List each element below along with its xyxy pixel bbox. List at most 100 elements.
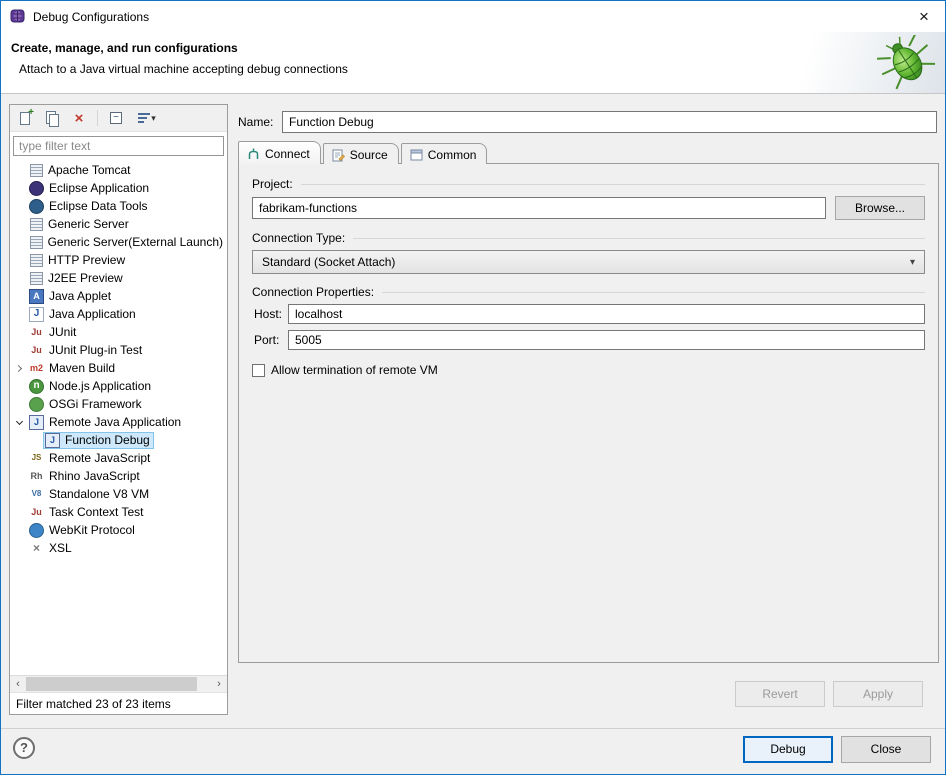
tree-item[interactable]: WebKit Protocol	[10, 521, 227, 539]
project-input[interactable]	[252, 197, 826, 219]
node-icon: n	[29, 379, 44, 394]
tree-item[interactable]: Ju Task Context Test	[10, 503, 227, 521]
title-bar: Debug Configurations ×	[1, 1, 945, 32]
applet-icon: A	[29, 289, 44, 304]
tree-item-box: J2EE Preview	[27, 270, 127, 287]
tree-item-label: Remote Java Application	[49, 415, 181, 429]
filter-input[interactable]	[13, 136, 224, 156]
tab-connect-label: Connect	[265, 147, 310, 161]
duplicate-configuration-button[interactable]	[43, 109, 61, 127]
tree-item-label: Function Debug	[65, 433, 150, 447]
expand-chevron-icon[interactable]	[15, 364, 22, 371]
dialog-header: Create, manage, and run configurations A…	[1, 32, 945, 94]
tree-item-box: A Java Applet	[27, 288, 115, 305]
tree-item[interactable]: ×XSL	[10, 539, 227, 557]
tree-item[interactable]: Generic Server	[10, 215, 227, 233]
collapse-chevron-icon[interactable]	[16, 417, 23, 424]
tree-item-box: JuJUnit	[27, 324, 80, 341]
remote-java-icon: J	[45, 433, 60, 448]
tree-item[interactable]: JSRemote JavaScript	[10, 449, 227, 467]
horizontal-scrollbar[interactable]: ‹ ›	[10, 675, 227, 692]
tab-common[interactable]: Common	[401, 143, 488, 164]
debug-button[interactable]: Debug	[743, 736, 833, 763]
configurations-panel: + × − ▾ Apache TomcatEclipse Application…	[9, 104, 228, 715]
tree-item[interactable]: V8Standalone V8 VM	[10, 485, 227, 503]
port-row: Port:	[252, 330, 925, 350]
scrollbar-track[interactable]	[26, 676, 211, 692]
tree-item-label: Java Applet	[49, 289, 111, 303]
tree-item[interactable]: J2EE Preview	[10, 269, 227, 287]
tree-item-box: J Java Application	[27, 306, 140, 323]
host-input[interactable]	[288, 304, 925, 324]
chevron-down-icon: ▾	[910, 257, 915, 268]
tree-item-label: JUnit	[49, 325, 76, 339]
configurations-toolbar: + × − ▾	[10, 105, 227, 132]
scroll-left-icon[interactable]: ‹	[10, 677, 26, 692]
tree-item-box: J Remote Java Application	[27, 414, 185, 431]
allow-termination-row: Allow termination of remote VM	[252, 363, 925, 377]
tree-item-label: Maven Build	[49, 361, 115, 375]
tree-item[interactable]: HTTP Preview	[10, 251, 227, 269]
help-button[interactable]: ?	[13, 737, 35, 759]
tree-item[interactable]: Eclipse Data Tools	[10, 197, 227, 215]
tree-item[interactable]: OSGi Framework	[10, 395, 227, 413]
name-row: Name:	[238, 111, 937, 133]
tree-item-box: Eclipse Application	[27, 180, 153, 197]
expander-cell[interactable]	[12, 421, 27, 424]
tree-item[interactable]: J Remote Java Application	[10, 413, 227, 431]
allow-termination-checkbox[interactable]	[252, 364, 265, 377]
common-tab-icon	[410, 149, 423, 161]
remote-js-icon: JS	[29, 451, 44, 466]
filter-row	[10, 132, 227, 159]
project-row: Browse...	[252, 196, 925, 220]
tree-item[interactable]: RhRhino JavaScript	[10, 467, 227, 485]
maven-icon: m2	[29, 361, 44, 376]
apply-button[interactable]: Apply	[833, 681, 923, 707]
revert-apply-row: Revert Apply	[735, 681, 923, 707]
revert-button[interactable]: Revert	[735, 681, 825, 707]
task-junit-icon: Ju	[29, 505, 44, 520]
tree-item[interactable]: Apache Tomcat	[10, 161, 227, 179]
new-configuration-button[interactable]: +	[16, 109, 34, 127]
tree-item-box: RhRhino JavaScript	[27, 468, 144, 485]
connection-type-select[interactable]: Standard (Socket Attach) ▾	[252, 250, 925, 274]
filter-menu-button[interactable]: ▾	[134, 109, 160, 127]
osgi-icon	[29, 397, 44, 412]
tree-item[interactable]: A Java Applet	[10, 287, 227, 305]
tree-item[interactable]: J Function Debug	[10, 431, 227, 449]
tree-item[interactable]: Eclipse Application	[10, 179, 227, 197]
remote-java-icon: J	[29, 415, 44, 430]
connection-type-section-label: Connection Type:	[252, 231, 925, 245]
collapse-all-button[interactable]: −	[107, 109, 125, 127]
tree-item[interactable]: JuJUnit	[10, 323, 227, 341]
plus-icon: +	[28, 107, 34, 118]
tree-item[interactable]: Generic Server(External Launch)	[10, 233, 227, 251]
browse-button[interactable]: Browse...	[835, 196, 925, 220]
port-input[interactable]	[288, 330, 925, 350]
filter-status-text: Filter matched 23 of 23 items	[10, 692, 227, 714]
tree-item-label: Java Application	[49, 307, 136, 321]
connect-tab-icon	[247, 148, 260, 160]
debug-configurations-dialog: { "window": { "title": "Debug Configurat…	[0, 0, 946, 775]
tab-source-label: Source	[350, 148, 388, 162]
tree-item[interactable]: J Java Application	[10, 305, 227, 323]
java-app-icon: J	[29, 307, 44, 322]
expander-cell[interactable]	[12, 366, 27, 371]
tree-item-label: XSL	[49, 541, 72, 555]
scrollbar-thumb[interactable]	[26, 677, 197, 691]
bug-illustration	[877, 35, 937, 94]
tree-item-label: Task Context Test	[49, 505, 144, 519]
scroll-right-icon[interactable]: ›	[211, 677, 227, 692]
tree-item-box: V8Standalone V8 VM	[27, 486, 153, 503]
selected-tree-item-box: J Function Debug	[43, 432, 154, 449]
close-button[interactable]: Close	[841, 736, 931, 763]
tab-connect[interactable]: Connect	[238, 141, 321, 164]
tree-item[interactable]: JuJUnit Plug-in Test	[10, 341, 227, 359]
close-window-icon[interactable]: ×	[903, 1, 945, 32]
tree-item[interactable]: nNode.js Application	[10, 377, 227, 395]
name-input[interactable]	[282, 111, 937, 133]
tree-item-box: Generic Server	[27, 216, 133, 233]
tree-item[interactable]: m2 Maven Build	[10, 359, 227, 377]
tab-source[interactable]: Source	[323, 143, 399, 164]
delete-configuration-button[interactable]: ×	[70, 109, 88, 127]
